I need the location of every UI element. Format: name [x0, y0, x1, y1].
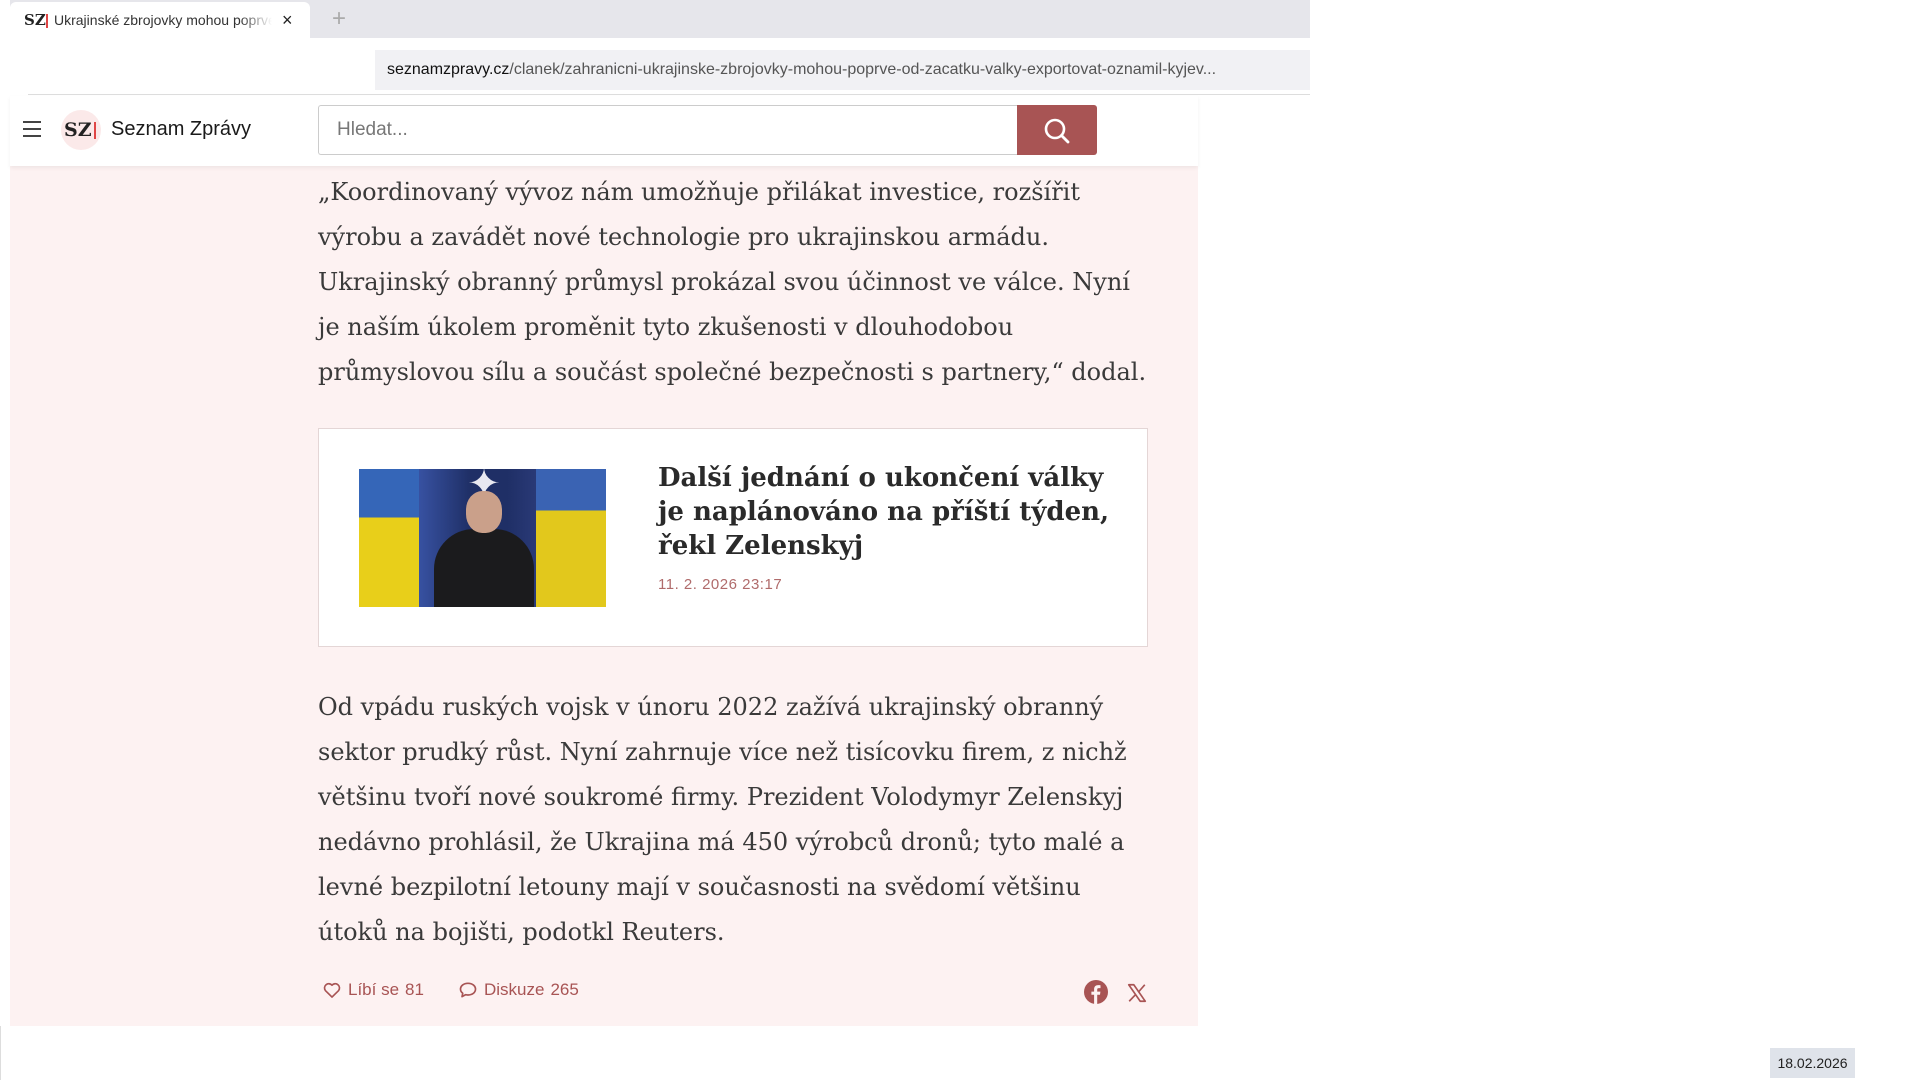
related-article-date: 11. 2. 2026 23:17: [658, 576, 783, 593]
article-actions: Líbí se 81 Diskuze 265: [318, 980, 1148, 1010]
like-count: 81: [405, 980, 424, 999]
logo-text[interactable]: Seznam Zprávy: [111, 118, 251, 141]
url-path: /clanek/zahranicni-ukrajinske-zbrojovky-…: [509, 61, 1217, 78]
url-field[interactable]: seznamzpravy.cz/clanek/zahranicni-ukraji…: [375, 50, 1310, 90]
search-input[interactable]: [318, 105, 1018, 155]
article-paragraph: Od vpádu ruských vojsk v únoru 2022 zaží…: [318, 693, 1127, 946]
search-button[interactable]: [1017, 105, 1097, 155]
comment-icon: [459, 982, 477, 998]
article-paragraph: „Koordinovaný vývoz nám umožňuje přiláka…: [318, 178, 1147, 386]
taskbar-date: 18.02.2026: [1770, 1048, 1855, 1078]
like-label: Líbí se: [348, 980, 400, 999]
heart-icon: [323, 982, 341, 998]
site-header: SZ Seznam Zprávy: [10, 96, 1198, 166]
window-edge: [0, 1026, 1, 1080]
facebook-icon[interactable]: [1084, 980, 1108, 1004]
x-icon[interactable]: [1126, 982, 1148, 1004]
tab-title: Ukrajinské zbrojovky mohou poprve od zač…: [54, 12, 272, 28]
search-icon: [1044, 118, 1070, 144]
discussion-button[interactable]: Diskuze 265: [458, 980, 579, 1000]
related-article-card[interactable]: ✦ Další jednání o ukončení války je napl…: [318, 428, 1148, 647]
close-icon[interactable]: ×: [282, 10, 293, 31]
address-bar: seznamzpravy.cz/clanek/zahranicni-ukraji…: [28, 38, 1310, 95]
logo[interactable]: SZ: [61, 110, 101, 150]
discussion-count: 265: [550, 980, 579, 999]
related-article-image[interactable]: ✦: [359, 469, 606, 607]
hamburger-icon[interactable]: [23, 121, 41, 137]
plus-icon[interactable]: +: [332, 5, 346, 33]
related-article-title[interactable]: Další jednání o ukončení války je naplán…: [658, 461, 1118, 563]
like-button[interactable]: Líbí se 81: [322, 980, 424, 1000]
browser-tabbar: SZ Ukrajinské zbrojovky mohou poprve od …: [10, 0, 1310, 38]
favicon: SZ: [24, 11, 48, 29]
discussion-label: Diskuze: [484, 980, 545, 999]
browser-tab[interactable]: SZ Ukrajinské zbrojovky mohou poprve od …: [10, 2, 310, 38]
url-domain: seznamzpravy.cz: [387, 61, 510, 78]
